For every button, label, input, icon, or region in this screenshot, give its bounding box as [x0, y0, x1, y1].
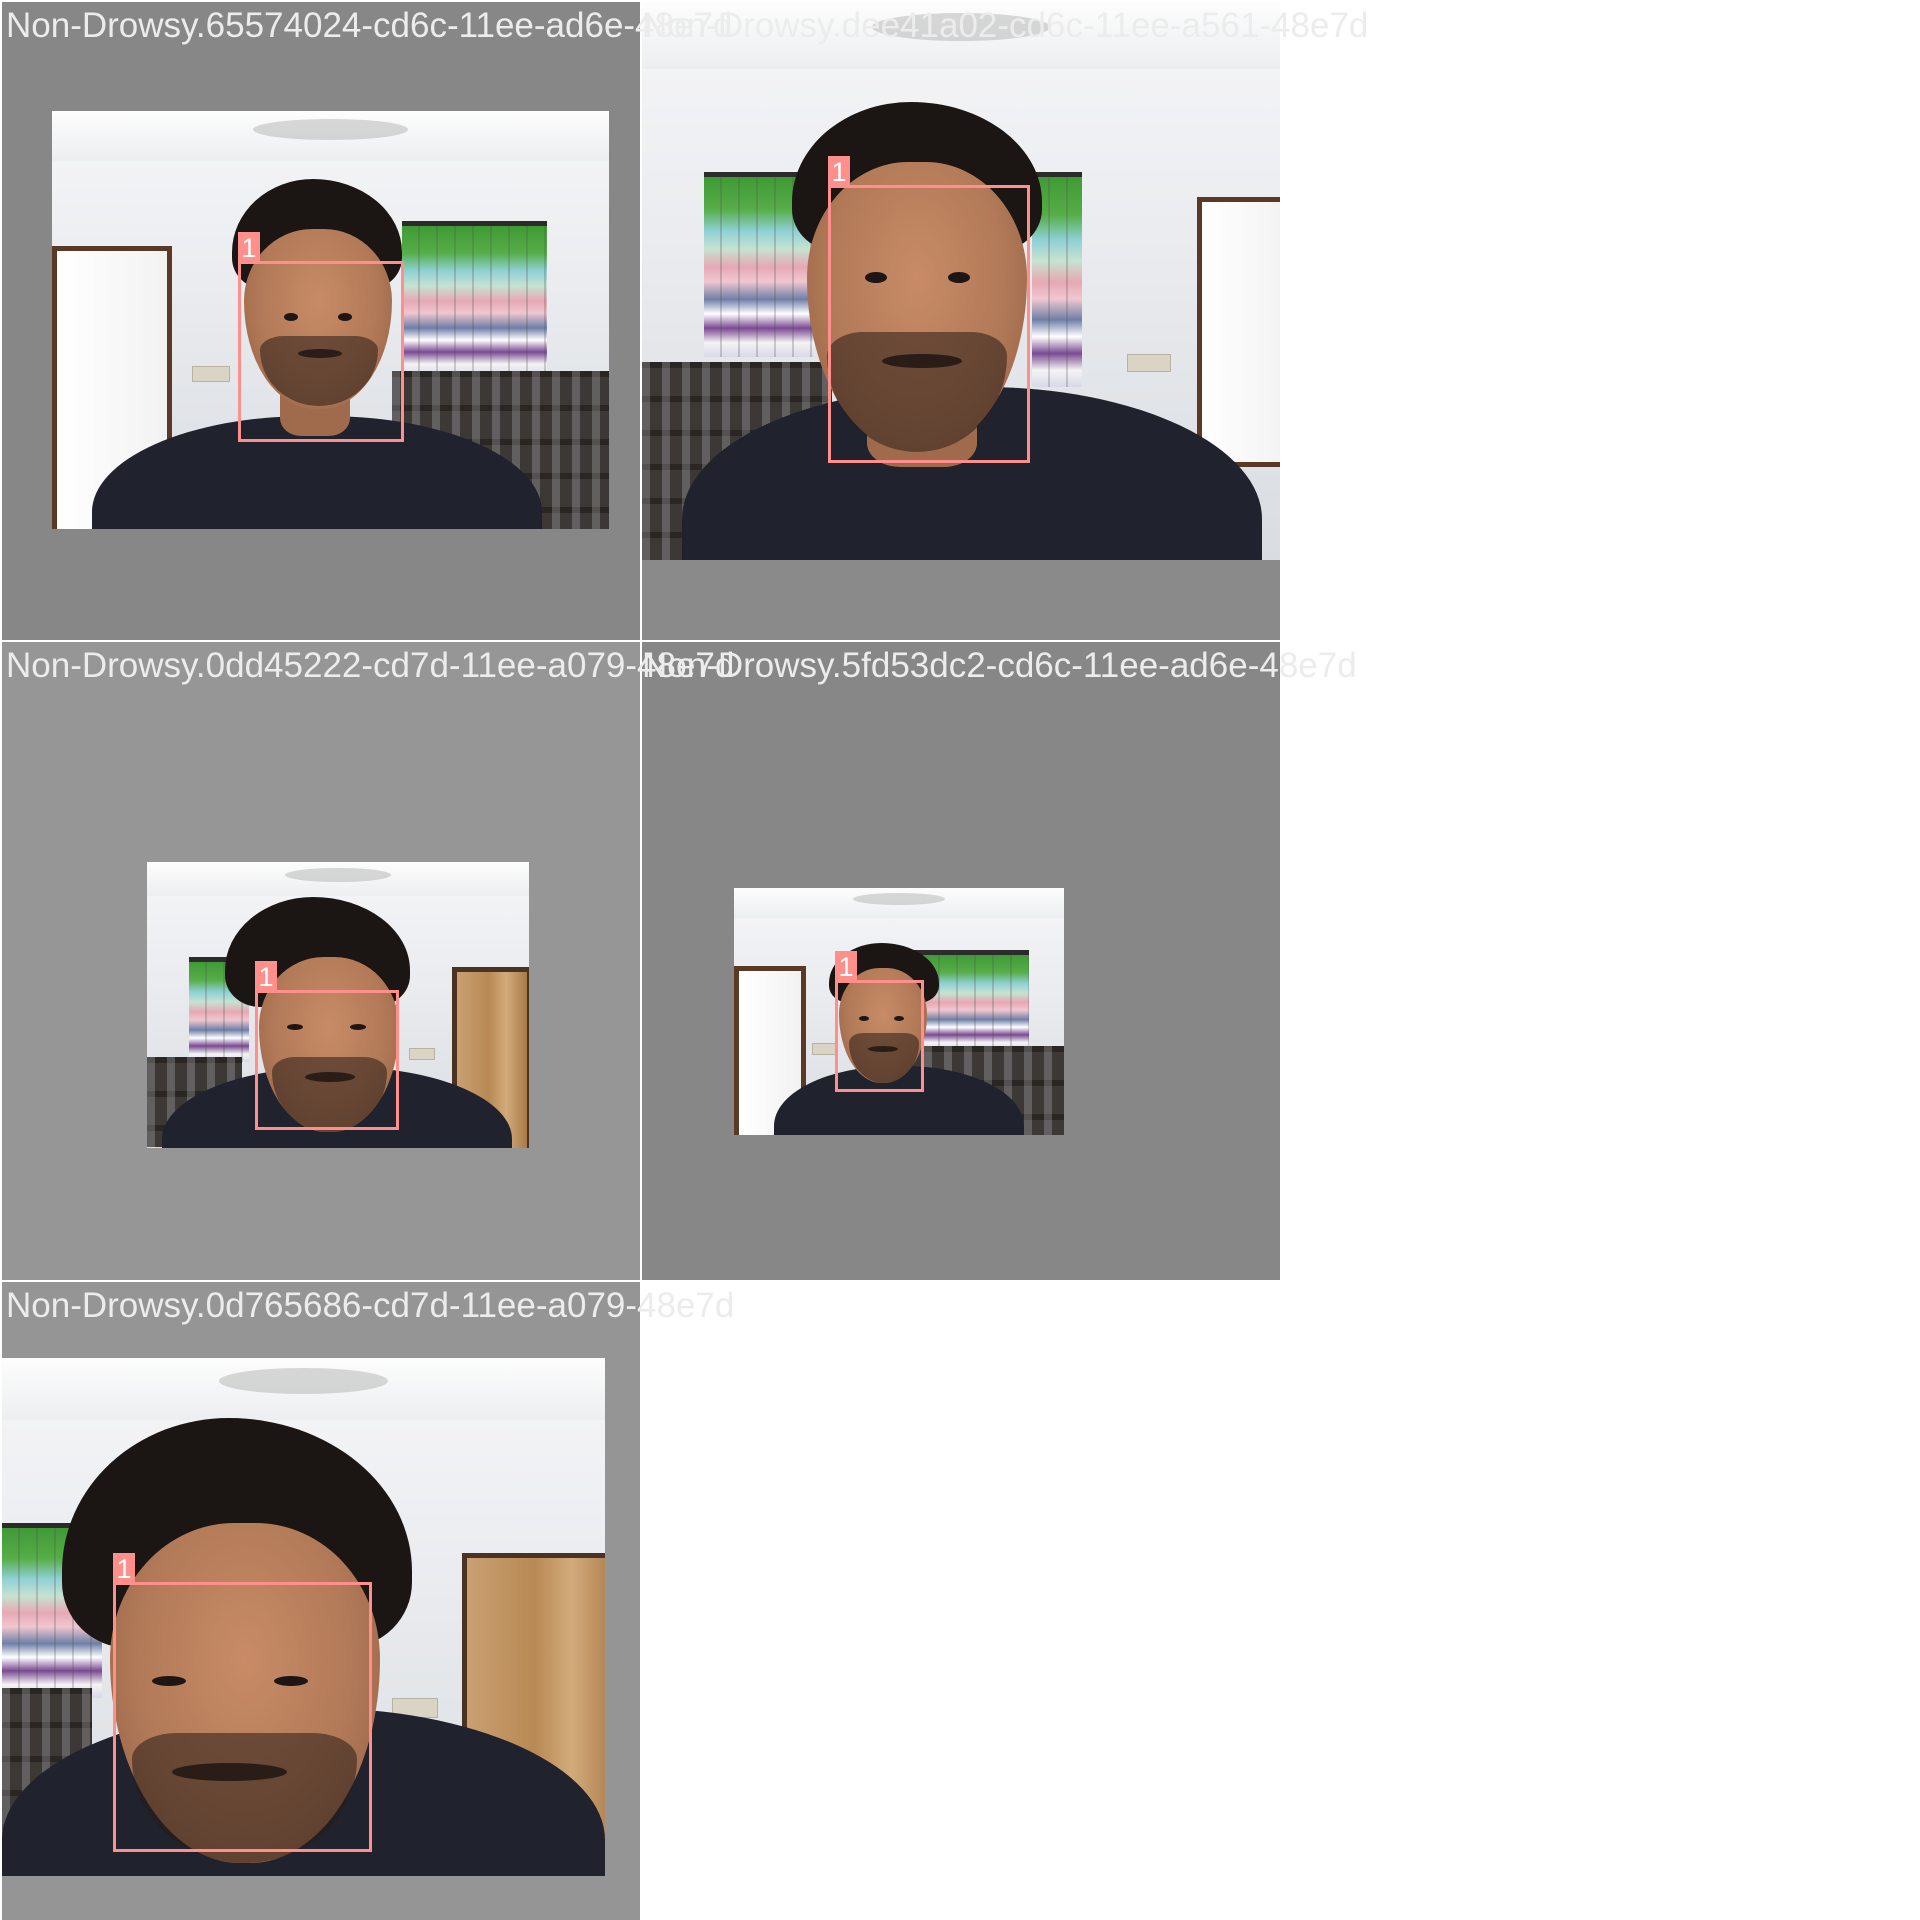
ceiling-fan — [284, 867, 392, 883]
wall-switch — [409, 1048, 435, 1060]
window — [1197, 197, 1280, 467]
tile-caption: Non-Drowsy.0d765686-cd7d-11ee-a079-48e7d — [6, 1286, 735, 1325]
bounding-box-label: 1 — [238, 232, 260, 263]
bounding-box-label: 1 — [113, 1553, 135, 1584]
bounding-box[interactable]: 1 — [113, 1553, 372, 1852]
wall-switch — [192, 366, 230, 382]
image-tile[interactable]: 1 Non-Drowsy.0d765686-cd7d-11ee-a079-48e… — [2, 1282, 734, 1920]
image-tile[interactable]: 1 Non-Drowsy.dee41a02-cd6c-11ee-a561-48e… — [642, 2, 1368, 640]
bounding-box[interactable]: 1 — [835, 951, 924, 1092]
tile-caption: Non-Drowsy.dee41a02-cd6c-11ee-a561-48e7d — [642, 6, 1369, 45]
bounding-box-label: 1 — [835, 951, 857, 982]
wall-switch — [1127, 354, 1171, 372]
padding — [642, 560, 1280, 640]
image-tile[interactable]: 1 Non-Drowsy.65574024-cd6c-11ee-ad6e-48e… — [2, 2, 732, 640]
tile-caption: Non-Drowsy.5fd53dc2-cd6c-11ee-ad6e-48e7d — [642, 646, 1357, 685]
image-tile[interactable]: 1 Non-Drowsy.5fd53dc2-cd6c-11ee-ad6e-48e… — [642, 642, 1357, 1280]
tile-caption: Non-Drowsy.65574024-cd6c-11ee-ad6e-48e7d — [6, 6, 733, 45]
bounding-box[interactable]: 1 — [238, 232, 404, 442]
tile-caption: Non-Drowsy.0dd45222-cd7d-11ee-a079-48e7d — [6, 646, 735, 685]
image-tile[interactable]: 1 Non-Drowsy.0dd45222-cd7d-11ee-a079-48e… — [2, 642, 734, 1280]
bounding-box[interactable]: 1 — [828, 156, 1030, 463]
bounding-box-label: 1 — [255, 961, 277, 992]
wall-switch — [812, 1043, 836, 1055]
bounding-box-label: 1 — [828, 156, 850, 187]
bounding-box[interactable]: 1 — [255, 961, 399, 1130]
curtain — [402, 221, 547, 376]
